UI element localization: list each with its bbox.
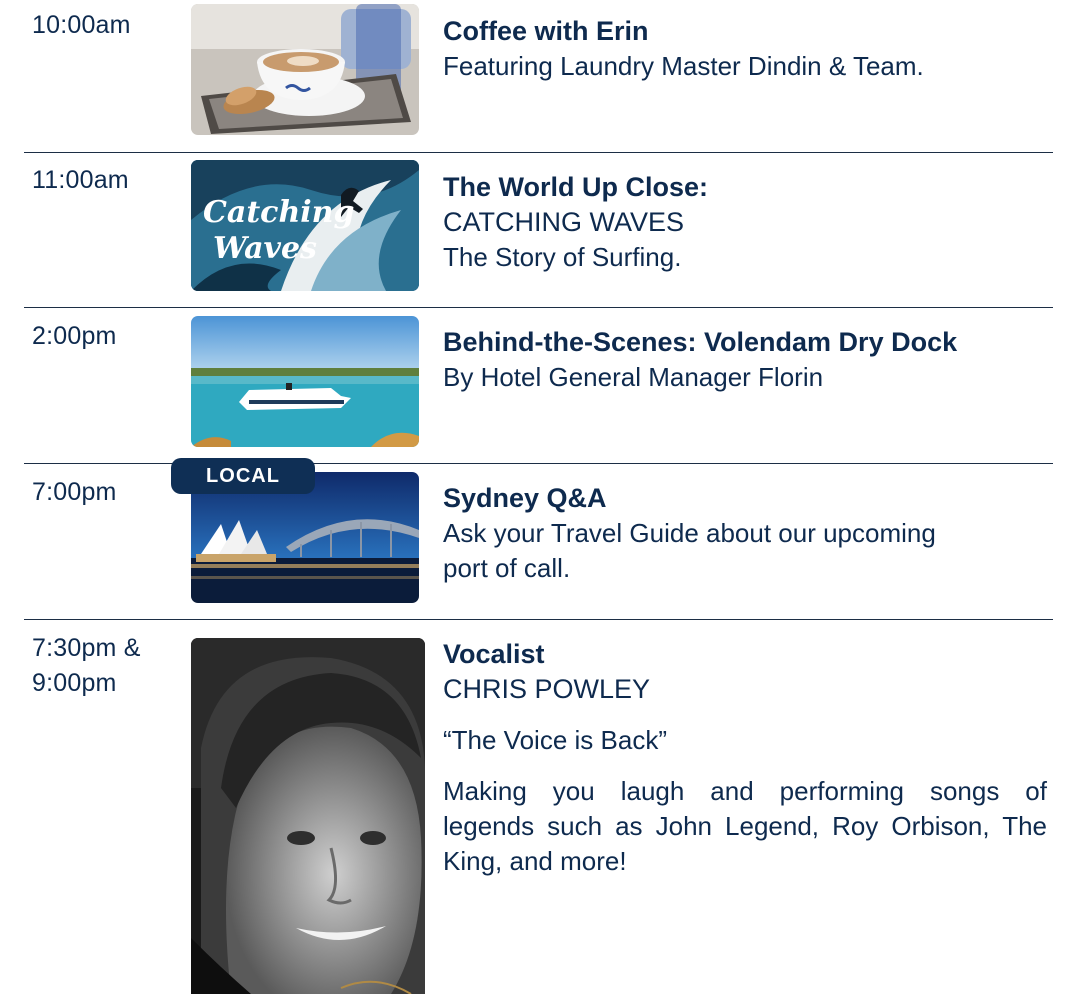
event-description: Ask your Travel Guide about our upcoming: [443, 518, 936, 548]
event-row-dry-dock: 2:00pm Behind-the-Scenes: Volendam Dry D…: [24, 308, 1053, 463]
event-time: 2:00pm: [32, 322, 117, 350]
event-time: 7:00pm: [32, 478, 117, 506]
event-text: Behind-the-Scenes: Volendam Dry Dock By …: [443, 325, 1047, 395]
event-description-cont: legends such as John Legend, Roy Orbison…: [443, 811, 1047, 841]
event-text: The World Up Close: CATCHING WAVES The S…: [443, 170, 1047, 275]
event-row-chris-powley: 7:30pm & 9:00pm Vocalist CHRIS POWLEY “T…: [24, 620, 1053, 994]
event-time-second: 9:00pm: [32, 669, 117, 697]
cruise-ship-image: [191, 316, 419, 447]
event-description: The Story of Surfing.: [443, 242, 682, 272]
event-title-highlight: CATCHING WAVES: [443, 207, 685, 237]
event-text: Coffee with Erin Featuring Laundry Maste…: [443, 14, 1047, 84]
event-description: Featuring Laundry Master Dindin & Team.: [443, 51, 924, 81]
event-quote: “The Voice is Back”: [443, 725, 667, 755]
event-row-coffee: 10:00am Coffee with Erin Featuring Laund…: [24, 0, 1053, 152]
event-text: Vocalist CHRIS POWLEY “The Voice is Back…: [443, 637, 1047, 879]
performer-name: CHRIS POWLEY: [443, 674, 651, 704]
event-description: Making you laugh and performing songs of: [443, 776, 1047, 806]
event-description-end: King, and more!: [443, 846, 627, 876]
event-time: 7:30pm &: [32, 634, 141, 662]
image-text-catching: Catching: [203, 195, 354, 230]
event-title: Sydney Q&A: [443, 483, 607, 513]
event-title: The World Up Close:: [443, 172, 709, 202]
event-title: Behind-the-Scenes: Volendam Dry Dock: [443, 327, 958, 357]
catching-waves-image: Catching Waves: [191, 160, 419, 291]
image-text-waves: Waves: [213, 231, 317, 266]
event-description-block: Making you laugh and performing songs of…: [443, 774, 1047, 879]
performer-portrait: [191, 638, 425, 994]
coffee-image: [191, 4, 419, 135]
event-row-sydney: 7:00pm LOCAL Sydney Q&A Ask your Travel …: [24, 458, 1053, 619]
event-time: 11:00am: [32, 166, 129, 194]
event-description: By Hotel General Manager Florin: [443, 362, 824, 392]
local-badge: LOCAL: [171, 458, 315, 494]
event-time: 10:00am: [32, 11, 131, 39]
event-title: Coffee with Erin: [443, 16, 649, 46]
event-row-catching-waves: 11:00am Catching Waves The World Up Clos…: [24, 153, 1053, 307]
event-text: Sydney Q&A Ask your Travel Guide about o…: [443, 481, 1047, 586]
event-description-cont: port of call.: [443, 553, 571, 583]
event-title: Vocalist: [443, 639, 545, 669]
